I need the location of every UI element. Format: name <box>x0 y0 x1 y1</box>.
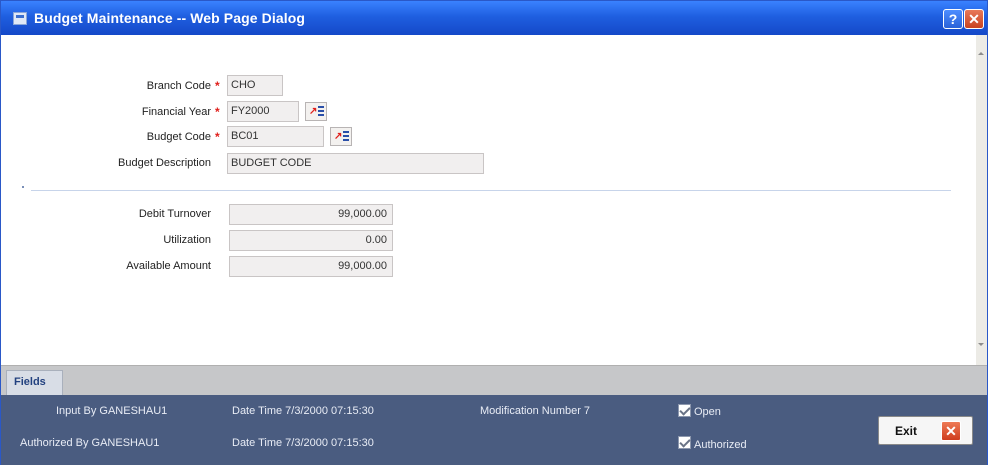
title-bar[interactable]: Budget Maintenance -- Web Page Dialog ? … <box>1 1 987 35</box>
input-by-text: Input By GANESHAU1 <box>56 405 168 417</box>
modification-number-text: Modification Number 7 <box>480 405 591 417</box>
debit-turnover-field[interactable]: 99,000.00 <box>229 204 393 225</box>
list-icon <box>343 131 349 142</box>
financial-year-lov-button[interactable]: ↗ <box>305 102 327 121</box>
financial-year-field[interactable]: FY2000 <box>227 101 299 122</box>
exit-button[interactable]: Exit ✕ <box>878 416 973 445</box>
audit-footer: Input By GANESHAU1 Authorized By GANESHA… <box>1 395 987 465</box>
branch-code-field[interactable]: CHO <box>227 75 283 96</box>
budget-description-label: Budget Description <box>118 157 211 169</box>
dialog-window: Budget Maintenance -- Web Page Dialog ? … <box>0 0 988 465</box>
input-datetime-text: Date Time 7/3/2000 07:15:30 <box>232 405 374 417</box>
budget-code-label: Budget Code <box>146 131 211 143</box>
list-icon <box>318 106 324 117</box>
budget-code-required-marker: * <box>215 130 220 144</box>
branch-code-label: Branch Code <box>146 80 211 92</box>
scroll-up-icon[interactable] <box>978 52 984 55</box>
arrow-icon: ↗ <box>334 131 343 142</box>
financial-year-label: Financial Year <box>141 106 211 118</box>
form-area: Branch Code * CHO Financial Year * FY200… <box>1 35 976 365</box>
window-title: Budget Maintenance -- Web Page Dialog <box>34 10 306 26</box>
available-amount-field[interactable]: 99,000.00 <box>229 256 393 277</box>
utilization-label: Utilization <box>163 234 211 246</box>
budget-description-field[interactable]: BUDGET CODE <box>227 153 484 174</box>
close-button[interactable]: ✕ <box>964 9 984 29</box>
window-icon <box>13 12 27 25</box>
authorized-checkbox[interactable] <box>678 436 691 449</box>
authorized-by-text: Authorized By GANESHAU1 <box>20 437 160 449</box>
section-divider <box>31 190 951 191</box>
authorized-label: Authorized <box>694 439 747 451</box>
branch-code-required-marker: * <box>215 79 220 93</box>
open-label: Open <box>694 406 721 418</box>
exit-close-icon: ✕ <box>941 421 961 441</box>
open-checkbox[interactable] <box>678 404 691 417</box>
auth-datetime-text: Date Time 7/3/2000 07:15:30 <box>232 437 374 449</box>
exit-label: Exit <box>895 424 918 438</box>
debit-turnover-label: Debit Turnover <box>138 208 211 220</box>
budget-code-lov-button[interactable]: ↗ <box>330 127 352 146</box>
scroll-down-icon[interactable] <box>978 343 984 346</box>
separator-dot <box>22 186 24 188</box>
budget-code-field[interactable]: BC01 <box>227 126 324 147</box>
available-amount-label: Available Amount <box>126 260 211 272</box>
tab-fields[interactable]: Fields <box>6 370 63 396</box>
utilization-field[interactable]: 0.00 <box>229 230 393 251</box>
arrow-icon: ↗ <box>309 106 318 117</box>
vertical-scrollbar[interactable] <box>976 35 987 365</box>
tab-strip: Fields <box>1 365 987 396</box>
financial-year-required-marker: * <box>215 105 220 119</box>
help-button[interactable]: ? <box>943 9 963 29</box>
